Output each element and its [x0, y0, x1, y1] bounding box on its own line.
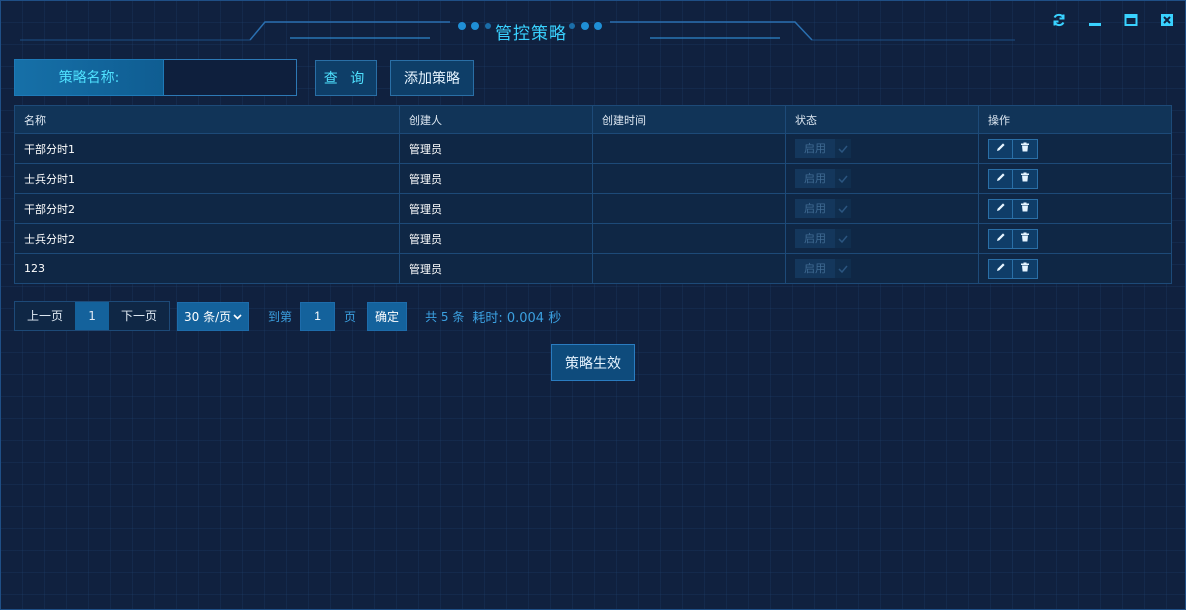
goto-confirm-button[interactable]: 确定	[367, 301, 408, 331]
edit-button[interactable]	[988, 228, 1013, 249]
edit-button[interactable]	[988, 258, 1013, 279]
edit-button[interactable]	[988, 198, 1013, 219]
edit-icon	[996, 262, 1006, 275]
delete-button[interactable]	[1013, 168, 1038, 189]
cell-status: 启用	[785, 133, 979, 164]
column-header-creator: 创建人	[399, 105, 593, 134]
check-icon	[835, 169, 851, 188]
next-page-button[interactable]: 下一页	[109, 302, 170, 330]
window-controls	[1048, 10, 1178, 30]
goto-page-input[interactable]	[300, 301, 336, 331]
edit-button[interactable]	[988, 138, 1013, 159]
policy-name-label: 策略名称:	[14, 59, 164, 96]
delete-button[interactable]	[1013, 258, 1038, 279]
cell-actions	[978, 223, 1172, 254]
page-size-select[interactable]: 30 条/页	[177, 301, 250, 331]
cell-status: 启用	[785, 253, 979, 284]
prev-page-button[interactable]: 上一页	[15, 302, 76, 330]
column-header-created-time: 创建时间	[592, 105, 786, 134]
cell-created-time	[592, 253, 786, 284]
edit-icon	[996, 142, 1006, 155]
cell-status: 启用	[785, 163, 979, 194]
add-policy-button[interactable]: 添加策略	[390, 59, 474, 96]
close-icon[interactable]	[1156, 10, 1178, 30]
goto-label: 到第	[268, 309, 293, 324]
edit-icon	[996, 202, 1006, 215]
cell-status: 启用	[785, 193, 979, 224]
search-bar: 策略名称: 查 询 添加策略	[14, 59, 474, 96]
table-row: 干部分时2 管理员 启用	[14, 193, 1172, 224]
column-header-status: 状态	[785, 105, 979, 134]
edit-icon	[996, 232, 1006, 245]
total-count: 共 5 条	[425, 309, 465, 324]
table-header-row: 名称 创建人 创建时间 状态 操作	[14, 105, 1172, 134]
query-button[interactable]: 查 询	[315, 59, 377, 96]
cell-name: 干部分时1	[14, 133, 400, 164]
current-page[interactable]: 1	[75, 302, 110, 330]
delete-icon	[1020, 262, 1030, 275]
delete-icon	[1020, 142, 1030, 155]
status-toggle-label: 启用	[795, 259, 835, 278]
cell-created-time	[592, 133, 786, 164]
table-row: 士兵分时1 管理员 启用	[14, 163, 1172, 194]
cell-creator: 管理员	[399, 133, 593, 164]
cell-name: 干部分时2	[14, 193, 400, 224]
apply-policy-button[interactable]: 策略生效	[551, 344, 635, 381]
status-toggle[interactable]: 启用	[795, 169, 851, 188]
table-row: 士兵分时2 管理员 启用	[14, 223, 1172, 254]
status-toggle[interactable]: 启用	[795, 139, 851, 158]
cell-created-time	[592, 163, 786, 194]
policy-name-input[interactable]	[164, 59, 297, 96]
page-nav: 上一页 1 下一页	[14, 301, 171, 331]
cell-status: 启用	[785, 223, 979, 254]
cell-actions	[978, 253, 1172, 284]
cell-actions	[978, 163, 1172, 194]
delete-button[interactable]	[1013, 198, 1038, 219]
page-unit-label: 页	[344, 309, 357, 324]
maximize-icon[interactable]	[1120, 10, 1142, 30]
pagination: 上一页 1 下一页 30 条/页 到第 页 确定 共 5 条 耗时: 0.004…	[14, 301, 561, 331]
cell-creator: 管理员	[399, 163, 593, 194]
cell-name: 士兵分时2	[14, 223, 400, 254]
cell-created-time	[592, 223, 786, 254]
page-size-value: 30 条/页	[184, 309, 232, 324]
delete-icon	[1020, 202, 1030, 215]
delete-button[interactable]	[1013, 138, 1038, 159]
column-header-actions: 操作	[978, 105, 1172, 134]
elapsed-time: 耗时: 0.004 秒	[472, 310, 562, 326]
cell-actions	[978, 133, 1172, 164]
window-title: 管控策略	[495, 24, 567, 44]
check-icon	[835, 229, 851, 248]
cell-creator: 管理员	[399, 253, 593, 284]
delete-icon	[1020, 232, 1030, 245]
edit-icon	[996, 172, 1006, 185]
cell-name: 士兵分时1	[14, 163, 400, 194]
delete-icon	[1020, 172, 1030, 185]
status-toggle[interactable]: 启用	[795, 259, 851, 278]
check-icon	[835, 199, 851, 218]
status-toggle-label: 启用	[795, 229, 835, 248]
minimize-icon[interactable]	[1084, 10, 1106, 30]
refresh-icon[interactable]	[1048, 10, 1070, 30]
status-toggle-label: 启用	[795, 139, 835, 158]
edit-button[interactable]	[988, 168, 1013, 189]
cell-created-time	[592, 193, 786, 224]
cell-name: 123	[14, 253, 400, 284]
status-toggle-label: 启用	[795, 169, 835, 188]
table-row: 123 管理员 启用	[14, 253, 1172, 284]
delete-button[interactable]	[1013, 228, 1038, 249]
cell-actions	[978, 193, 1172, 224]
status-toggle-label: 启用	[795, 199, 835, 218]
policy-table: 名称 创建人 创建时间 状态 操作 干部分时1 管理员 启用 士兵分时1 管理员…	[14, 105, 1172, 284]
column-header-name: 名称	[14, 105, 400, 134]
check-icon	[835, 259, 851, 278]
check-icon	[835, 139, 851, 158]
chevron-down-icon	[233, 309, 242, 323]
table-row: 干部分时1 管理员 启用	[14, 133, 1172, 164]
cell-creator: 管理员	[399, 193, 593, 224]
cell-creator: 管理员	[399, 223, 593, 254]
status-toggle[interactable]: 启用	[795, 229, 851, 248]
status-toggle[interactable]: 启用	[795, 199, 851, 218]
